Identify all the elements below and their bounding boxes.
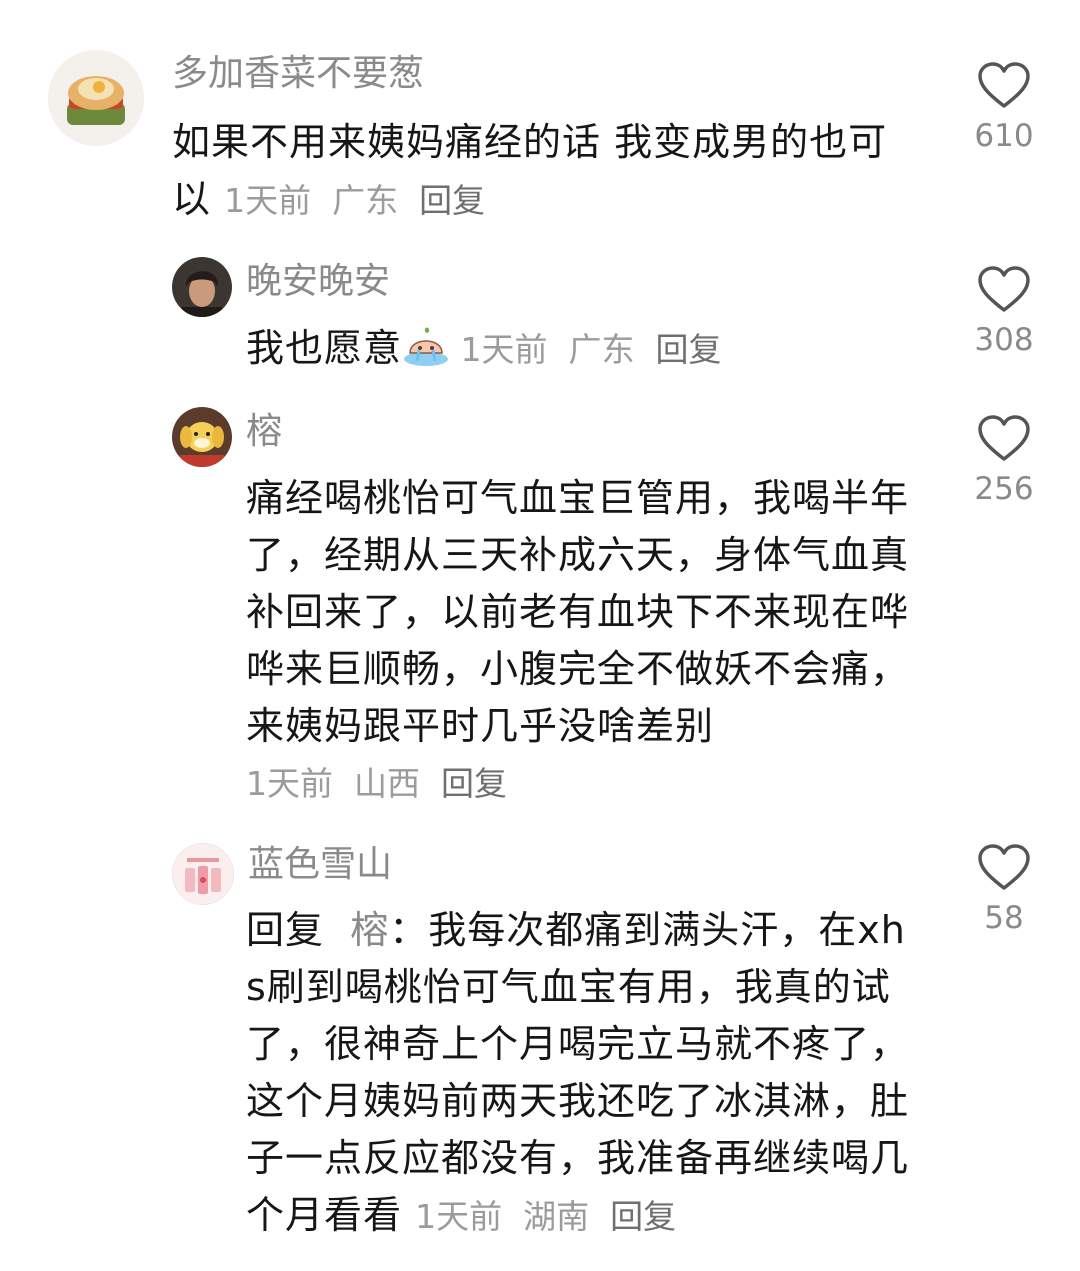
heart-icon <box>978 844 1030 890</box>
comment-meta: 1天前 山西 回复 <box>246 762 507 806</box>
reply-button[interactable]: 回复 <box>441 764 507 803</box>
comment-username[interactable]: 晚安晚安 <box>246 260 390 304</box>
crying-peach-emoji-icon <box>404 327 449 366</box>
reply-button[interactable]: 回复 <box>655 330 721 369</box>
comment-text: 我也愿意 1天前 广东 回复 <box>246 320 926 378</box>
comment-time: 1天前 <box>460 330 548 369</box>
comment-text: 痛经喝桃怡可气血宝巨管用，我喝半年了，经期从三天补成六天，身体气血真补回来了，以… <box>246 470 916 755</box>
yellow-dog-avatar-icon <box>172 407 232 467</box>
like-button[interactable]: 610 <box>939 62 1069 156</box>
reply-button[interactable]: 回复 <box>419 181 485 220</box>
like-button[interactable]: 308 <box>939 266 1069 360</box>
like-button[interactable]: 58 <box>939 844 1069 938</box>
user-avatar[interactable] <box>172 843 234 905</box>
reply-prefix: 回复 榕 <box>246 908 389 952</box>
pink-card-avatar-icon <box>173 844 233 904</box>
comment-text: 回复 榕：我每次都痛到满头汗，在xhs刷到喝桃怡可气血宝有用，我真的试了，很神奇… <box>246 902 916 1245</box>
user-avatar[interactable] <box>172 257 232 317</box>
comment-content: ：我每次都痛到满头汗，在xhs刷到喝桃怡可气血宝有用，我真的试了，很神奇上个月喝… <box>246 908 910 1237</box>
heart-icon <box>978 266 1030 312</box>
comment-meta: 1天前 广东 回复 <box>450 330 722 369</box>
comment-location: 广东 <box>332 181 399 220</box>
comment-meta: 1天前 广东 回复 <box>224 181 485 220</box>
comment-location: 山西 <box>353 764 420 803</box>
reply-button[interactable]: 回复 <box>610 1197 676 1236</box>
comment-location: 广东 <box>568 330 635 369</box>
like-count: 610 <box>974 118 1034 154</box>
heart-icon <box>978 415 1030 461</box>
comment-location: 湖南 <box>523 1197 590 1236</box>
comment-text: 如果不用来姨妈痛经的话 我变成男的也可以 1天前 广东 回复 <box>172 114 912 229</box>
comment-username[interactable]: 榕 <box>246 410 282 454</box>
comment-time: 1天前 <box>246 764 333 803</box>
comment-meta: 1天前 湖南 回复 <box>415 1197 676 1236</box>
user-avatar[interactable] <box>172 407 232 467</box>
comment-username[interactable]: 多加香菜不要葱 <box>172 52 424 96</box>
man-portrait-avatar-icon <box>172 257 232 317</box>
reply-target-username[interactable]: 榕 <box>350 908 389 952</box>
like-count: 256 <box>974 471 1034 507</box>
reply-prefix-label: 回复 <box>246 908 325 952</box>
user-avatar[interactable] <box>48 50 144 146</box>
comment-username[interactable]: 蓝色雪山 <box>248 843 392 887</box>
heart-icon <box>978 62 1030 108</box>
like-count: 58 <box>984 900 1024 936</box>
comment-content: 痛经喝桃怡可气血宝巨管用，我喝半年了，经期从三天补成六天，身体气血真补回来了，以… <box>246 476 910 748</box>
comment-time: 1天前 <box>415 1197 503 1236</box>
comment-content: 我也愿意 <box>246 326 403 370</box>
like-button[interactable]: 256 <box>939 415 1069 509</box>
like-count: 308 <box>974 322 1034 358</box>
comment-time: 1天前 <box>224 181 312 220</box>
egg-toast-avatar-icon <box>49 51 143 145</box>
